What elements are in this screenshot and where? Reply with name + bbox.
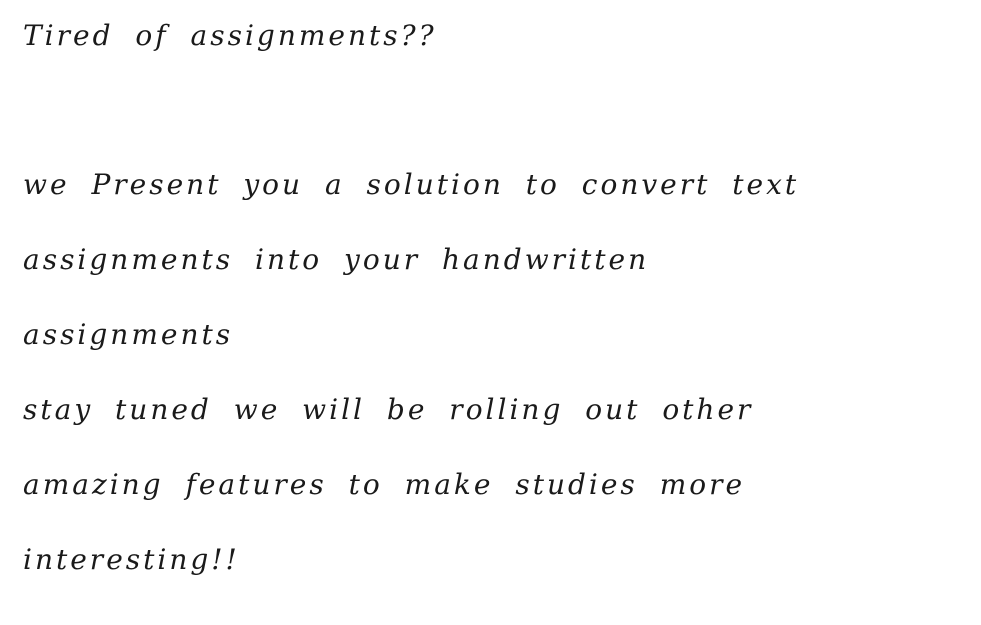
text-line: assignments [23,318,234,351]
handwritten-page: Tired of assignments?? we Present you a … [0,0,981,625]
heading-line: Tired of assignments?? [23,19,437,52]
text-line: interesting!! [23,543,240,576]
text-line: assignments into your handwritten [23,243,650,276]
text-line: stay tuned we will be rolling out other [23,393,754,426]
text-line: amazing features to make studies more [23,468,746,501]
text-line: we Present you a solution to convert tex… [23,168,800,201]
